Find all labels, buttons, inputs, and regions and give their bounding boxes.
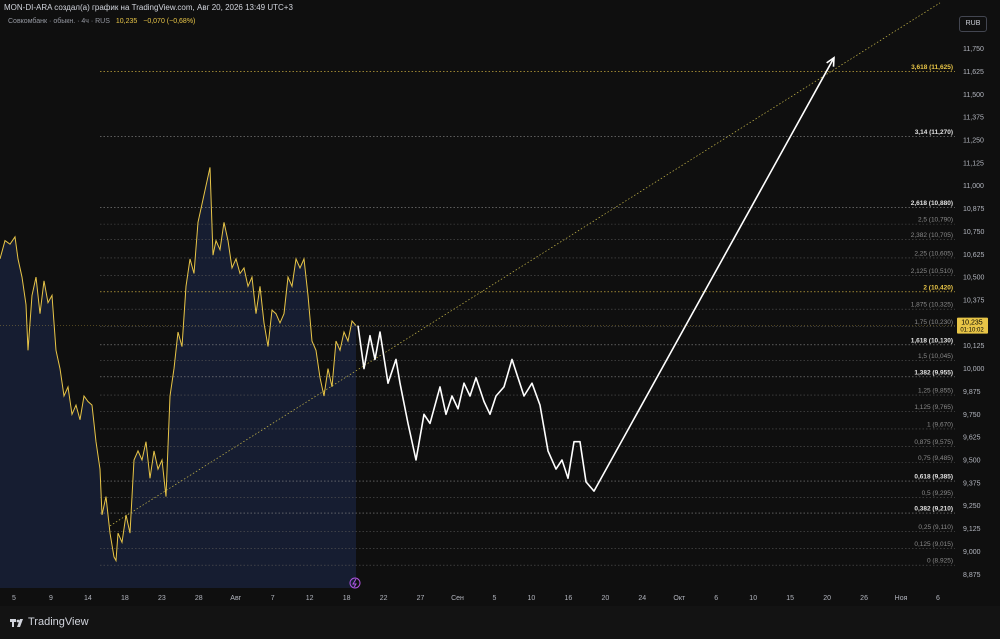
fib-level-label: 0,5 (9,295) [922,490,953,497]
chart-canvas: 3,618 (11,625) 3,14 (11,270) 2,618 (10,880… [0,2,988,602]
x-tick-label: 5 [493,595,497,602]
x-tick-label: 10 [528,595,536,602]
y-tick-label: 11,625 [963,69,984,76]
x-tick-label: 22 [380,595,388,602]
fib-level-label: 2,25 (10,605) [914,250,953,257]
fib-level-label: 0,382 (9,210) [914,506,953,513]
x-tick-label: 24 [638,595,646,602]
fib-level-label: 2,382 (10,705) [911,232,953,239]
y-tick-label: 10,875 [963,206,985,213]
x-tick-label: 18 [343,595,351,602]
symbol-name: Совкомбанк · обыкн. · 4ч · RUS [8,18,110,25]
y-tick-label: 10,750 [963,229,985,236]
price-area-fill [0,167,356,588]
y-tick-label: 9,750 [963,412,981,419]
y-tick-label: 10,000 [963,366,985,373]
x-tick-label: 12 [306,595,314,602]
y-tick-label: 9,000 [963,549,981,556]
fib-level-label: 0,75 (9,485) [918,455,953,462]
x-tick-label: 10 [749,595,757,602]
price-area [0,167,356,588]
last-price-timer: 01:10:02 [960,328,984,334]
fib-level-label: 1,875 (10,325) [911,302,953,309]
x-tick-label: Окт [673,595,686,602]
fib-level-label: 0 (8,925) [927,558,953,565]
brand-name[interactable]: TradingView [28,616,89,628]
x-tick-label: 27 [417,595,425,602]
fib-level-label: 1 (9,670) [927,421,953,428]
y-tick-label: 9,625 [963,435,981,442]
x-tick-label: 7 [271,595,275,602]
y-tick-label: 11,250 [963,138,984,145]
x-tick-label: 6 [936,595,940,602]
x-tick-label: Ноя [895,595,908,602]
fib-level-label: 1,5 (10,045) [918,353,953,360]
symbol-legend[interactable]: Совкомбанк · обыкн. · 4ч · RUS 10,235 −0… [8,18,195,25]
x-tick-label: 23 [158,595,166,602]
x-tick-label: 5 [12,595,16,602]
y-tick-label: 11,125 [963,160,984,167]
x-tick-label: 20 [823,595,831,602]
y-tick-label: 10,125 [963,343,985,350]
x-tick-label: 6 [714,595,718,602]
fib-level-label: 0,618 (9,385) [914,474,953,481]
y-tick-label: 10,625 [963,252,985,259]
fib-level-label: 0,125 (9,015) [914,541,953,548]
y-tick-label: 11,750 [963,46,984,53]
fib-level-label: 1,382 (9,955) [914,369,953,376]
projection-line [357,57,835,492]
fib-level-label: 1,25 (9,855) [918,388,953,395]
footer-bar [0,606,1000,639]
y-tick-label: 11,500 [963,92,984,99]
x-tick-label: 16 [565,595,573,602]
x-tick-label: Сен [451,595,464,602]
y-tick-label: 9,125 [963,526,981,533]
fib-level-label: 1,618 (10,130) [911,337,953,344]
y-tick-label: 11,000 [963,183,984,190]
x-tick-label: 18 [121,595,129,602]
tradingview-logo-icon[interactable] [10,616,24,630]
y-tick-label: 9,375 [963,480,981,487]
fib-level-label: 0,875 (9,575) [914,439,953,446]
last-price-value: 10,235 [961,320,983,327]
currency-button[interactable]: RUB [959,16,987,32]
y-tick-label: 8,875 [963,572,981,579]
fib-level-label: 2,618 (10,880) [911,200,953,207]
fib-level-label: 0,25 (9,110) [918,524,953,531]
fib-level-label: 1,125 (9,765) [914,404,953,411]
x-tick-label: 26 [860,595,868,602]
fib-level-label: 2,5 (10,790) [918,217,953,224]
y-axis: 11,750 11,625 11,500 11,375 11,250 11,125 11,0… [963,46,985,579]
legend-price: 10,235 [115,18,138,25]
y-tick-label: 10,375 [963,298,985,305]
x-tick-label: Авг [230,595,241,602]
y-tick-label: 10,500 [963,275,985,282]
x-tick-label: 28 [195,595,203,602]
legend-change: −0,070 (−0,68%) [143,18,196,25]
x-tick-label: 9 [49,595,53,602]
window-title: MON-DI-ARA создал(а) график на TradingVi… [4,3,293,12]
fib-level-label: 1,75 (10,230) [914,319,953,326]
y-tick-label: 9,875 [963,389,981,396]
y-tick-label: 9,500 [963,458,981,465]
fib-level-label: 3,618 (11,625) [911,64,953,71]
fib-level-label: 2 (10,420) [923,284,953,291]
y-tick-label: 9,250 [963,503,981,510]
fib-level-label: 3,14 (11,270) [915,129,953,136]
last-price-marker: 10,23501:10:02 [0,317,988,334]
x-tick-label: 15 [786,595,794,602]
x-tick-label: 14 [84,595,92,602]
fib-level-label: 2,125 (10,510) [911,268,953,275]
y-tick-label: 11,375 [963,115,984,122]
x-tick-label: 20 [601,595,609,602]
